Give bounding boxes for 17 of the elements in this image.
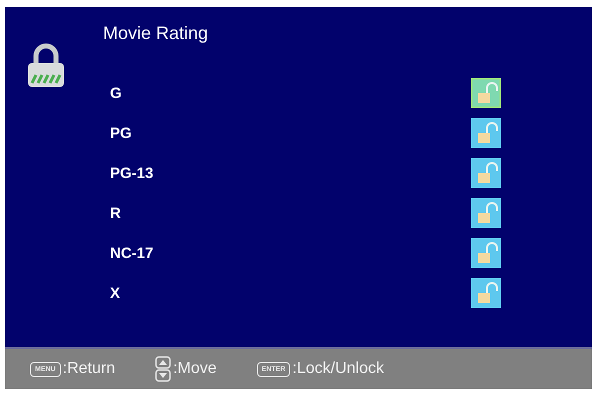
rating-label: R — [110, 204, 121, 222]
unlocked-padlock-icon[interactable] — [471, 198, 501, 228]
hint-text: :Move — [173, 360, 217, 378]
unlocked-padlock-icon[interactable] — [471, 278, 501, 308]
rating-label: NC-17 — [110, 244, 154, 262]
rating-label: X — [110, 284, 120, 302]
unlocked-padlock-icon[interactable] — [471, 238, 501, 268]
up-down-key-icon — [155, 356, 172, 382]
rating-label: PG-13 — [110, 164, 154, 182]
unlocked-padlock-icon[interactable] — [471, 158, 501, 188]
rating-label: PG — [110, 124, 132, 142]
hint-text: :Lock/Unlock — [292, 360, 384, 378]
hint-text: :Return — [62, 360, 116, 378]
rating-label: G — [110, 84, 122, 102]
unlocked-padlock-icon[interactable] — [471, 78, 501, 108]
menu-title: Movie Rating — [103, 23, 208, 44]
unlocked-padlock-icon[interactable] — [471, 118, 501, 148]
